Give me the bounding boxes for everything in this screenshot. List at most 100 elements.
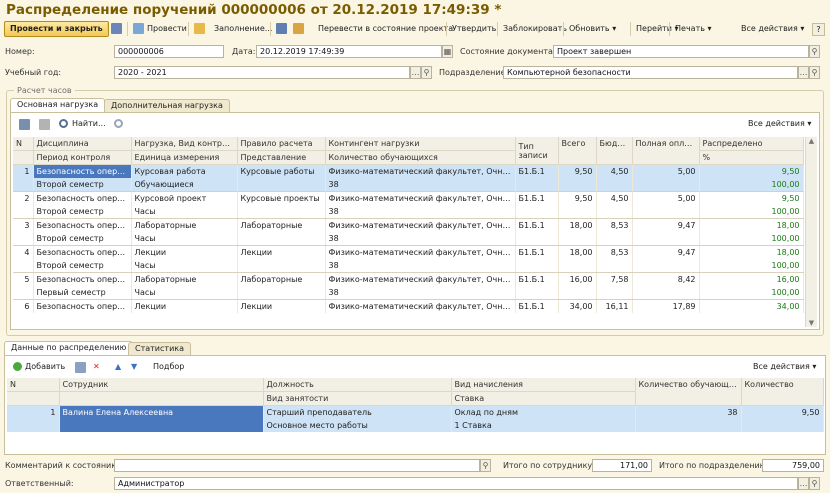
approve-button[interactable]: Утвердить — [452, 23, 496, 35]
search-icon[interactable]: ⚲ — [809, 66, 820, 79]
col-n[interactable]: N — [7, 378, 60, 392]
col-distributed[interactable]: Распределено — [699, 137, 804, 151]
col-period[interactable]: Период контроля — [33, 150, 132, 165]
save-icon[interactable] — [111, 23, 122, 34]
tab-distribution-data[interactable]: Данные по распределению — [4, 341, 134, 355]
col-type[interactable]: Тип записи — [515, 137, 559, 165]
table-row[interactable]: 5 Безопасность опера... Лабораторные Лабора… — [13, 272, 804, 286]
table-row[interactable]: 3 Безопасность опера... Лабораторные Лабора… — [13, 218, 804, 232]
post-and-close-button[interactable]: Провести и закрыть — [4, 21, 109, 37]
col-full-pay[interactable]: Полная оплата — [632, 137, 700, 165]
move-up-icon[interactable]: ▲ — [115, 361, 121, 373]
by-dept-total: 759,00 — [762, 459, 824, 472]
col-employment[interactable]: Вид занятости — [263, 391, 452, 406]
by-employee-total: 171,00 — [592, 459, 652, 472]
add-button[interactable]: Добавить — [25, 361, 65, 373]
page-title: Распределение поручений 000000006 от 20.… — [6, 2, 502, 18]
col-accrual[interactable]: Вид начисления — [451, 378, 636, 392]
cancel-search-icon[interactable] — [114, 119, 123, 128]
table-row[interactable]: 1 Валина Елена Алексеевна Старший препод… — [7, 405, 824, 432]
year-field[interactable]: 2020 - 2021 — [114, 66, 410, 79]
filter-icon[interactable] — [19, 119, 30, 130]
table-row[interactable]: 1 Безопасность опера... Курсовая работа Кур… — [13, 164, 804, 178]
vertical-scrollbar[interactable]: ▲ ▼ — [805, 137, 817, 327]
ellipsis-icon[interactable]: … — [798, 66, 809, 79]
col-discipline[interactable]: Дисциплина — [33, 137, 132, 151]
responsible-label: Ответственный: — [5, 479, 74, 488]
discipline-cell[interactable]: Безопасность опера... — [33, 164, 132, 178]
calendar-icon[interactable]: ▦ — [442, 45, 453, 58]
fill-button[interactable]: Заполнение... — [214, 23, 272, 35]
report-icon[interactable] — [276, 23, 287, 34]
number-field[interactable]: 000000006 — [114, 45, 224, 58]
lock-button[interactable]: Заблокировать — [503, 23, 567, 35]
dept-label: Подразделение: — [439, 68, 509, 77]
col-students-qty[interactable]: Количество обучающихся — [325, 150, 516, 165]
number-label: Номер: — [5, 47, 35, 56]
table-row-sub[interactable]: Второй семестр Часы 38 100,00 — [13, 259, 804, 273]
list-icon[interactable] — [39, 119, 50, 130]
search-icon[interactable]: ⚲ — [421, 66, 432, 79]
ellipsis-icon[interactable]: … — [798, 477, 809, 490]
col-students[interactable]: Количество обучающихся — [635, 378, 742, 406]
col-total[interactable]: Всего — [558, 137, 597, 165]
col-contingent[interactable]: Контингент нагрузки — [325, 137, 516, 151]
col-load[interactable]: Нагрузка, Вид контрол... — [131, 137, 238, 151]
discipline-cell[interactable]: Безопасность опера... — [33, 245, 132, 259]
goto-button[interactable]: Перейти ▾ — [636, 23, 679, 35]
tab-additional-load[interactable]: Дополнительная нагрузка — [104, 99, 230, 112]
col-position[interactable]: Должность — [263, 378, 452, 392]
find-button[interactable]: Найти... — [72, 118, 106, 130]
table-row-sub[interactable]: Первый семестр Часы 38 100,00 — [13, 286, 804, 300]
employee-cell[interactable]: Валина Елена Алексеевна — [59, 405, 264, 432]
search-icon[interactable]: ⚲ — [480, 459, 491, 472]
table-row[interactable]: 4 Безопасность опера... Лекции Лекции Физико… — [13, 245, 804, 259]
mail-icon[interactable] — [293, 23, 304, 34]
refresh-button[interactable]: Обновить ▾ — [569, 23, 616, 35]
col-n[interactable]: N — [13, 137, 34, 151]
copy-icon[interactable] — [75, 362, 86, 373]
state-field[interactable]: Проект завершен — [553, 45, 809, 58]
discipline-cell[interactable]: Безопасность опера... — [33, 191, 132, 205]
delete-icon[interactable]: ✕ — [93, 361, 100, 373]
tab-statistics[interactable]: Статистика — [128, 342, 191, 355]
discipline-cell[interactable]: Безопасность опера... — [33, 272, 132, 286]
dist-all-actions-button[interactable]: Все действия ▾ — [753, 361, 816, 373]
table-row[interactable]: 6 Безопасность опера... Лекции Лекции Физико… — [13, 299, 804, 313]
col-budget[interactable]: Бюджет — [596, 137, 633, 165]
dept-field[interactable]: Компьютерной безопасности — [503, 66, 798, 79]
search-icon[interactable]: ⚲ — [809, 45, 820, 58]
col-unit[interactable]: Единица измерения — [131, 150, 238, 165]
help-icon[interactable]: ? — [812, 23, 825, 36]
change-state-button[interactable]: Перевести в состояние проекта — [318, 23, 453, 35]
discipline-cell[interactable]: Безопасность опера... — [33, 299, 132, 313]
selection-button[interactable]: Подбор — [153, 361, 184, 373]
ellipsis-icon[interactable]: … — [410, 66, 421, 79]
col-representation[interactable]: Представление — [237, 150, 326, 165]
table-row-sub[interactable]: Второй семестр Часы 38 100,00 — [13, 232, 804, 246]
col-rule[interactable]: Правило расчета — [237, 137, 326, 151]
move-down-icon[interactable]: ▼ — [131, 361, 137, 373]
chevron-down-icon: ▾ — [807, 119, 812, 128]
table-row[interactable]: 2 Безопасность опера... Курсовой проект Кур… — [13, 191, 804, 205]
command-bar: Провести и закрыть Провести Заполнение..… — [0, 19, 830, 39]
print-button[interactable]: Печать ▾ — [675, 23, 712, 35]
col-quantity[interactable]: Количество — [741, 378, 824, 406]
discipline-cell[interactable]: Безопасность опера... — [33, 218, 132, 232]
post-button[interactable]: Провести — [147, 23, 187, 35]
all-actions-button[interactable]: Все действия ▾ — [741, 23, 804, 35]
table-all-actions-button[interactable]: Все действия ▾ — [748, 118, 811, 130]
distribution-panel: Добавить ✕ ▲ ▼ Подбор Все действия ▾ N С… — [4, 355, 826, 455]
hours-table: N Дисциплина Нагрузка, Вид контрол... Пр… — [13, 137, 804, 313]
tab-main-load[interactable]: Основная нагрузка — [10, 98, 106, 112]
table-header-row: N Сотрудник Должность Вид начисления Кол… — [7, 378, 824, 406]
table-row-sub[interactable]: Второй семестр Обучающиеся 38 100,00 — [13, 178, 804, 192]
table-row-sub[interactable]: Второй семестр Часы 38 100,00 — [13, 205, 804, 219]
comment-field[interactable] — [114, 459, 480, 472]
col-employee[interactable]: Сотрудник — [59, 378, 264, 392]
col-rate[interactable]: Ставка — [451, 391, 636, 406]
col-percent[interactable]: % — [699, 150, 804, 165]
responsible-field[interactable]: Администратор — [114, 477, 798, 490]
date-field[interactable]: 20.12.2019 17:49:39 — [256, 45, 442, 58]
search-icon[interactable]: ⚲ — [809, 477, 820, 490]
